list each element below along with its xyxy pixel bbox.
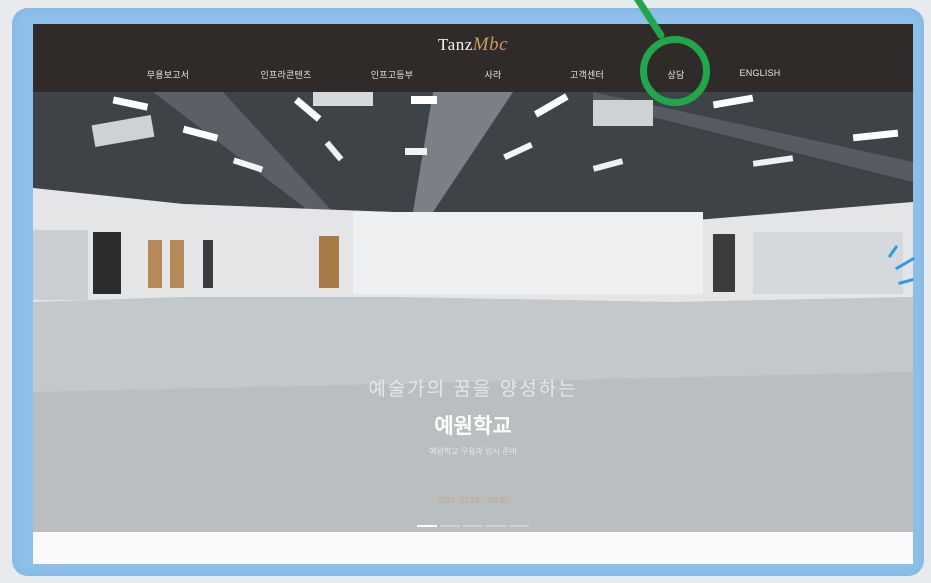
nav-item-reports[interactable]: 무용보고서 (147, 68, 189, 81)
slide-indicators (417, 514, 532, 527)
annotation-highlight-circle (640, 36, 710, 106)
site-logo[interactable]: TanzMbc (33, 34, 913, 56)
hero-headline: 예술가의 꿈을 양성하는 (368, 379, 578, 400)
hero-title: 예원학교 (434, 415, 512, 438)
hero-studio-photo (33, 92, 913, 532)
nav-item-sara[interactable]: 사라 (485, 68, 502, 81)
logo-accent: Mbc (472, 34, 509, 55)
nav-item-customer-center[interactable]: 고객센터 (570, 68, 604, 81)
browser-viewport: TanzMbc 무용보고서 인프라콘텐츠 인프고등부 사라 고객센터 상담 EN… (33, 24, 913, 564)
site-header: TanzMbc 무용보고서 인프라콘텐츠 인프고등부 사라 고객센터 상담 EN… (33, 24, 913, 92)
slide-dot[interactable] (417, 525, 437, 527)
slide-dot[interactable] (463, 525, 483, 527)
slide-dot[interactable] (509, 525, 529, 527)
hero-subtitle: 예원학교 무용과 입시 준비 (429, 447, 517, 456)
main-nav: 무용보고서 인프라콘텐츠 인프고등부 사라 고객센터 상담 ENGLISH (33, 68, 913, 84)
nav-item-highschool[interactable]: 인프고등부 (371, 68, 413, 81)
slide-dot[interactable] (440, 525, 460, 527)
slide-dot[interactable] (486, 525, 506, 527)
nav-item-english[interactable]: ENGLISH (740, 68, 781, 78)
hero-banner: 예술가의 꿈을 양성하는 예원학교 예원학교 무용과 입시 준비 2016. 0… (33, 92, 913, 532)
hero-date: 2016. 07.24 ~ 08.40 (437, 496, 509, 505)
nav-item-infra-content[interactable]: 인프라콘텐츠 (261, 68, 312, 81)
logo-text: Tanz (437, 35, 473, 54)
content-area-top (33, 532, 913, 564)
